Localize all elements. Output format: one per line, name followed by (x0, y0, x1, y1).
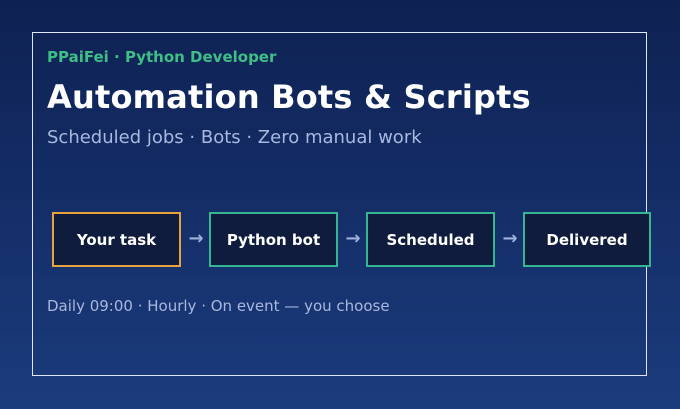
flow-arrow-icon: → (188, 228, 204, 249)
flow-arrow-icon: → (345, 228, 361, 249)
schedule-note: Daily 09:00 · Hourly · On event — you ch… (47, 297, 390, 315)
flow-step-scheduled: Scheduled (366, 212, 495, 267)
page-title: Automation Bots & Scripts (47, 78, 531, 116)
flow-arrow-icon: → (502, 228, 518, 249)
author-tagline: PPaiFei · Python Developer (47, 48, 277, 66)
page-subtitle: Scheduled jobs · Bots · Zero manual work (47, 127, 422, 148)
flow-step-python-bot: Python bot (209, 212, 338, 267)
flow-step-your-task: Your task (52, 212, 181, 267)
flow-step-delivered: Delivered (523, 212, 651, 267)
